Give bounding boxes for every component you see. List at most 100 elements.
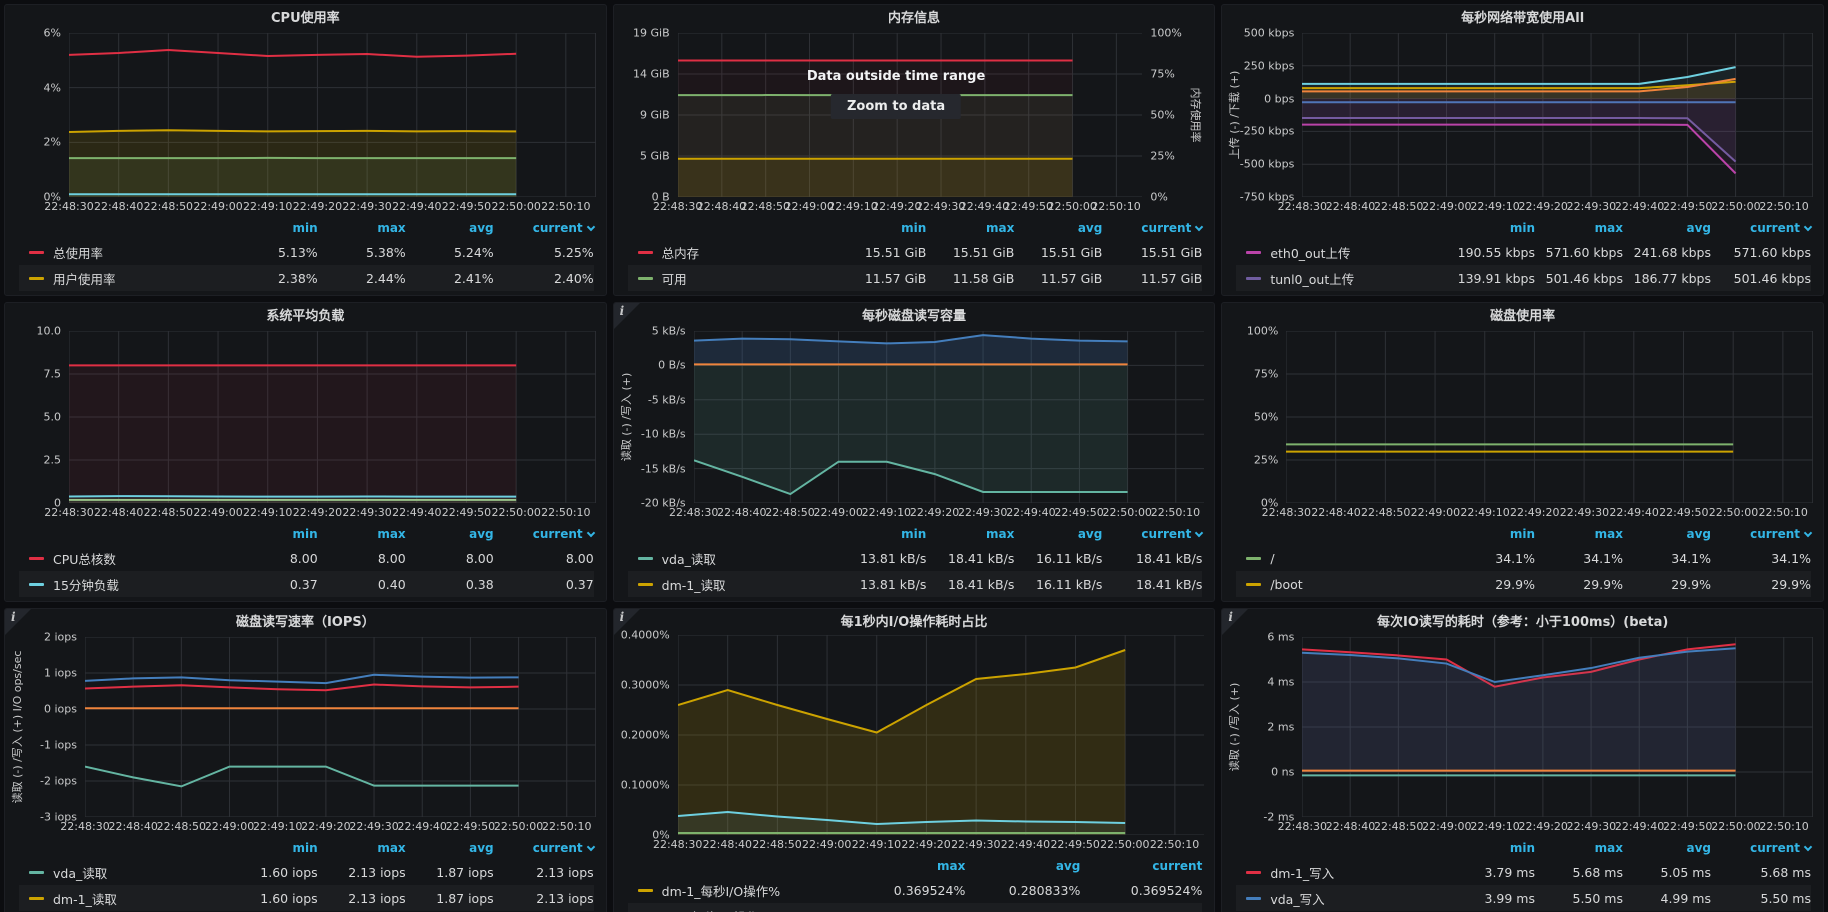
legend: minmaxavgcurrent eth0_out上传190.55 kbps57… bbox=[1222, 217, 1823, 295]
legend-sort-max[interactable]: max bbox=[850, 859, 965, 873]
x-axis-tick: 22:48:40 bbox=[1311, 506, 1360, 519]
panel-title[interactable]: 每秒磁盘读写容量 bbox=[614, 307, 1215, 329]
legend-sort-max[interactable]: max bbox=[1535, 527, 1623, 541]
zoom-to-data-button[interactable]: Zoom to data bbox=[831, 94, 961, 119]
legend-series-label[interactable]: tunl0_out上传 bbox=[1270, 269, 1354, 288]
chart-plot[interactable]: 22:48:3022:48:4022:48:5022:49:0022:49:10… bbox=[678, 635, 1205, 835]
legend-sort-avg[interactable]: avg bbox=[406, 221, 494, 235]
panel-title[interactable]: 每秒网络带宽使用All bbox=[1222, 9, 1823, 31]
legend-header: maxavgcurrent bbox=[628, 855, 1203, 877]
legend-sort-min[interactable]: min bbox=[1447, 221, 1535, 235]
legend-sort-avg[interactable]: avg bbox=[1623, 841, 1711, 855]
y-axis-tick: 0 iops bbox=[44, 703, 77, 716]
legend-row: vda_写入3.99 ms5.50 ms4.99 ms5.50 ms bbox=[1236, 885, 1811, 911]
legend-sort-current[interactable]: current bbox=[494, 221, 594, 235]
chart-plot[interactable]: 22:48:3022:48:4022:48:5022:49:0022:49:10… bbox=[1302, 33, 1813, 197]
legend-sort-max[interactable]: max bbox=[926, 527, 1014, 541]
legend-series-label[interactable]: 可用 bbox=[662, 269, 687, 288]
legend-sort-current[interactable]: current bbox=[1711, 527, 1811, 541]
panel-title[interactable]: 每1秒内I/O操作耗时占比 bbox=[614, 613, 1215, 633]
legend-series-label[interactable]: 用户使用率 bbox=[53, 269, 116, 288]
chart-plot[interactable]: 22:48:3022:48:4022:48:5022:49:0022:49:10… bbox=[678, 33, 1143, 197]
panel-info-icon[interactable]: i bbox=[5, 609, 31, 635]
legend-series-label[interactable]: dm-1_写入 bbox=[1270, 863, 1334, 882]
legend-value: 34.1% bbox=[1711, 551, 1811, 566]
x-axis-tick: 22:49:10 bbox=[862, 506, 911, 519]
legend-sort-avg[interactable]: avg bbox=[965, 859, 1080, 873]
panel-title[interactable]: 系统平均负载 bbox=[5, 307, 606, 329]
legend-sort-avg[interactable]: avg bbox=[406, 527, 494, 541]
legend-sort-max[interactable]: max bbox=[318, 841, 406, 855]
legend-series-label[interactable]: dm-1_读取 bbox=[662, 575, 726, 594]
x-axis-tick: 22:49:10 bbox=[253, 820, 302, 833]
legend-sort-max[interactable]: max bbox=[1535, 841, 1623, 855]
panel-info-icon[interactable]: i bbox=[614, 609, 640, 635]
legend-sort-current[interactable]: current bbox=[1102, 221, 1202, 235]
legend-series-label[interactable]: 15分钟负载 bbox=[53, 575, 119, 594]
x-axis-tick: 22:49:50 bbox=[1054, 506, 1103, 519]
legend-sort-min[interactable]: min bbox=[230, 841, 318, 855]
legend-series-label[interactable]: dm-1_读取 bbox=[53, 889, 117, 908]
chart-plot[interactable]: 22:48:3022:48:4022:48:5022:49:0022:49:10… bbox=[1302, 637, 1813, 817]
legend-series-color bbox=[638, 889, 653, 892]
legend-series-color bbox=[1246, 251, 1261, 254]
legend-series-label[interactable]: vda_写入 bbox=[1270, 889, 1324, 908]
legend-sort-current[interactable]: current bbox=[1102, 527, 1202, 541]
panel-title[interactable]: 磁盘使用率 bbox=[1222, 307, 1823, 329]
legend-sort-current[interactable]: current bbox=[1711, 221, 1811, 235]
x-axis-tick: 22:49:10 bbox=[243, 506, 292, 519]
legend-value: 2.41% bbox=[406, 271, 494, 286]
legend-series-label[interactable]: eth0_out上传 bbox=[1270, 243, 1350, 262]
legend-sort-avg[interactable]: avg bbox=[1623, 527, 1711, 541]
panel-info-icon[interactable]: i bbox=[1222, 609, 1248, 635]
panel-title[interactable]: 内存信息 bbox=[614, 9, 1215, 31]
legend-series-label[interactable]: / bbox=[1270, 551, 1274, 566]
legend-value: 15.51 GiB bbox=[926, 245, 1014, 260]
legend-series-label[interactable]: /boot bbox=[1270, 577, 1302, 592]
y-axis-ticks-left: 6 ms4 ms2 ms0 ns-2 ms bbox=[1242, 637, 1302, 817]
legend-sort-avg[interactable]: avg bbox=[406, 841, 494, 855]
y-axis-ticks-left: 2 iops1 iops0 iops-1 iops-2 iops-3 iops bbox=[25, 637, 85, 817]
panel-info-icon[interactable]: i bbox=[614, 303, 640, 329]
legend-sort-current[interactable]: current bbox=[494, 527, 594, 541]
legend-sort-max[interactable]: max bbox=[318, 527, 406, 541]
series-fill bbox=[69, 365, 516, 503]
legend-sort-avg[interactable]: avg bbox=[1014, 527, 1102, 541]
legend-series-label[interactable]: vda_读取 bbox=[53, 863, 107, 882]
y-axis-tick: 100% bbox=[1150, 27, 1181, 40]
legend-sort-min[interactable]: min bbox=[838, 221, 926, 235]
chart-plot[interactable]: 22:48:3022:48:4022:48:5022:49:0022:49:10… bbox=[1286, 331, 1813, 503]
legend-row: dm-1_写入3.79 ms5.68 ms5.05 ms5.68 ms bbox=[1236, 859, 1811, 885]
legend-series-label[interactable]: dm-1_每秒I/O操作% bbox=[662, 881, 780, 900]
chart-plot[interactable]: 22:48:3022:48:4022:48:5022:49:0022:49:10… bbox=[85, 637, 596, 817]
legend-sort-min[interactable]: min bbox=[1447, 527, 1535, 541]
legend-sort-current[interactable]: current bbox=[1711, 841, 1811, 855]
panel-title[interactable]: 磁盘读写速率（IOPS） bbox=[5, 613, 606, 635]
legend-sort-avg[interactable]: avg bbox=[1623, 221, 1711, 235]
legend-series-label[interactable]: 总内存 bbox=[662, 243, 700, 262]
x-axis-tick: 22:49:40 bbox=[392, 506, 441, 519]
legend-series-label[interactable]: CPU总核数 bbox=[53, 549, 116, 568]
legend-sort-max[interactable]: max bbox=[1535, 221, 1623, 235]
legend-series-label[interactable]: 总使用率 bbox=[53, 243, 103, 262]
chart-plot[interactable]: 22:48:3022:48:4022:48:5022:49:0022:49:10… bbox=[694, 331, 1205, 503]
legend-sort-current[interactable]: current bbox=[1080, 859, 1202, 873]
panel-title[interactable]: CPU使用率 bbox=[5, 9, 606, 31]
legend-series-color bbox=[29, 583, 44, 586]
legend-series-label[interactable]: vda_每秒I/O操作% bbox=[662, 907, 771, 912]
legend-sort-max[interactable]: max bbox=[926, 221, 1014, 235]
legend-sort-min[interactable]: min bbox=[838, 527, 926, 541]
legend-value: 501.46 kbps bbox=[1711, 271, 1811, 286]
panel-title[interactable]: 每次IO读写的耗时（参考：小于100ms）(beta) bbox=[1222, 613, 1823, 635]
legend-series-label[interactable]: vda_读取 bbox=[662, 549, 716, 568]
legend-sort-min[interactable]: min bbox=[230, 221, 318, 235]
chart-plot[interactable]: 22:48:3022:48:4022:48:5022:49:0022:49:10… bbox=[69, 331, 596, 503]
chart-plot[interactable]: 22:48:3022:48:4022:48:5022:49:0022:49:10… bbox=[69, 33, 596, 197]
legend-sort-min[interactable]: min bbox=[230, 527, 318, 541]
chart-canvas bbox=[694, 331, 1205, 503]
legend-sort-min[interactable]: min bbox=[1447, 841, 1535, 855]
y-axis-tick: 9 GiB bbox=[640, 109, 670, 122]
legend-sort-max[interactable]: max bbox=[318, 221, 406, 235]
legend-sort-current[interactable]: current bbox=[494, 841, 594, 855]
legend-sort-avg[interactable]: avg bbox=[1014, 221, 1102, 235]
